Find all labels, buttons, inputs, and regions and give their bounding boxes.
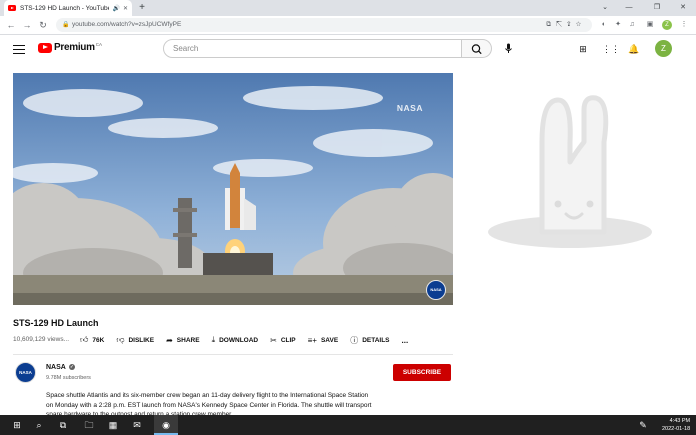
download-button[interactable]: ⤓ DOWNLOAD [212,335,259,345]
tab-title: STS-129 HD Launch - YouTube [20,4,110,12]
hamburger-menu-icon[interactable] [12,42,26,56]
taskbar-clock[interactable]: 4:43 PM 2022-01-18 [662,417,690,433]
channel-watermark-logo[interactable]: NASA [426,280,446,300]
address-bar[interactable]: 🔒 youtube.com/watch?v=zsJpUCWfyPE ⧉⇱⇪☆ [56,18,592,32]
video-actions-bar: 👍︎ 76K 👎︎ DISLIKE ➦ SHARE ⤓ DOWNLOAD ✂ CLIP ≡… [80,333,408,347]
video-player[interactable]: NASA NASA [13,73,453,305]
save-button[interactable]: ≡+ SAVE [308,336,339,345]
like-button[interactable]: 👍︎ 76K [80,335,104,345]
youtube-play-logo-icon [38,42,52,53]
browser-toolbar: ← → ↻ 🔒 youtube.com/watch?v=zsJpUCWfyPE … [0,16,696,35]
search-button[interactable] [462,39,492,58]
tab-search-icon[interactable]: ⌄ [596,0,614,16]
youtube-premium-logo[interactable]: Premium CA [38,42,102,53]
logo-wordmark: Premium [54,42,95,53]
shuttle-launch-video-frame [13,73,453,305]
logo-country-code: CA [95,42,102,47]
forward-icon[interactable]: → [20,18,34,32]
clip-button[interactable]: ✂ CLIP [270,336,296,345]
user-avatar[interactable]: Z [655,40,672,57]
bunny-placeholder-illustration [488,95,652,248]
create-video-icon[interactable]: ⊞ [576,42,590,56]
verified-check-icon: ✓ [68,364,75,370]
new-tab-button[interactable]: + [136,1,148,14]
reload-icon[interactable]: ↻ [36,18,50,32]
subscriber-count: 9.78M subscribers [46,375,91,381]
side-panel-icon[interactable]: ▣ [644,19,656,31]
search-icon [471,44,482,55]
thumbs-up-icon: 👍︎ [80,335,89,344]
share-arrow-icon: ➦ [166,335,173,345]
dislike-button[interactable]: 👎︎ DISLIKE [116,335,154,345]
omnibox-action-icons[interactable]: ⧉⇱⇪☆ [546,18,586,32]
youtube-favicon-icon [8,5,16,11]
clock-date: 2022-01-18 [662,426,691,432]
video-watermark: NASA [396,103,423,113]
puzzle-extensions-icon[interactable]: ✦ [612,19,624,31]
windows-start-icon[interactable]: ⊞ [10,418,24,432]
browser-tab-strip: STS-129 HD Launch - YouTube 🔊 ✕ + ⌄ — ❐ … [0,0,696,16]
extension-icon[interactable]: ◐ [598,19,610,31]
info-icon: ⓘ [350,335,359,345]
youtube-header: Premium CA Search ⊞ ⋮⋮ 🔔 Z [0,35,696,63]
search-input[interactable]: Search [163,39,462,58]
voice-search-button[interactable] [500,40,517,57]
video-title: STS-129 HD Launch [13,318,99,328]
restore-icon[interactable]: ❐ [648,0,666,16]
tray-pen-icon[interactable]: ✎ [636,418,650,432]
apps-grid-icon[interactable]: ⋮⋮ [602,42,620,56]
lock-icon: 🔒 [62,22,70,28]
browser-profile-avatar[interactable]: Z [662,20,672,30]
view-count[interactable]: 10,609,129 views... [13,336,69,343]
download-icon: ⤓ [211,335,216,344]
tab-audio-icon[interactable]: 🔊 [112,5,119,12]
windows-taskbar: ⊞ ⌕ ⧉ 🗀 ▦ ✉ ◉ ✎ 4:43 PM 2022-01-18 [0,415,696,435]
store-icon[interactable]: ▦ [106,418,120,432]
thumbs-down-icon: 👎︎ [116,335,125,344]
share-button[interactable]: ➦ SHARE [166,336,199,345]
playlist-add-icon: ≡+ [307,335,317,345]
browser-menu-icon[interactable]: ⋮ [678,19,690,31]
scissors-icon: ✂ [270,335,277,345]
notifications-bell-icon[interactable]: 🔔 [627,42,641,56]
minimize-icon[interactable]: — [620,0,638,16]
back-icon[interactable]: ← [4,18,18,32]
details-button[interactable]: ⓘ DETAILS [350,335,389,346]
more-actions-button[interactable]: ... [402,336,409,345]
download-label: DOWNLOAD [219,336,259,344]
clip-label: CLIP [280,336,296,344]
window-close-icon[interactable]: ✕ [674,0,692,16]
channel-name-row[interactable]: NASA ✓ [46,364,75,371]
share-label: SHARE [176,336,200,344]
like-count: 76K [92,336,105,344]
section-divider [13,354,453,355]
channel-name[interactable]: NASA [46,364,66,371]
url-text: youtube.com/watch?v=zsJpUCWfyPE [72,21,182,28]
media-control-icon[interactable]: ♫ [626,19,638,31]
mail-icon[interactable]: ✉ [130,418,144,432]
chrome-icon[interactable]: ◉ [159,418,173,432]
clock-time: 4:43 PM [669,418,691,424]
browser-tab[interactable]: STS-129 HD Launch - YouTube 🔊 ✕ [4,0,132,16]
channel-avatar[interactable]: NASA [15,362,36,383]
tab-close-icon[interactable]: ✕ [123,5,128,12]
taskbar-search-icon[interactable]: ⌕ [32,418,46,432]
save-label: SAVE [320,336,339,344]
task-view-icon[interactable]: ⧉ [56,418,70,432]
file-explorer-icon[interactable]: 🗀 [82,418,96,432]
subscribe-button[interactable]: SUBSCRIBE [393,364,451,381]
microphone-icon [505,43,512,53]
details-label: DETAILS [362,336,390,344]
dislike-label: DISLIKE [128,336,155,344]
